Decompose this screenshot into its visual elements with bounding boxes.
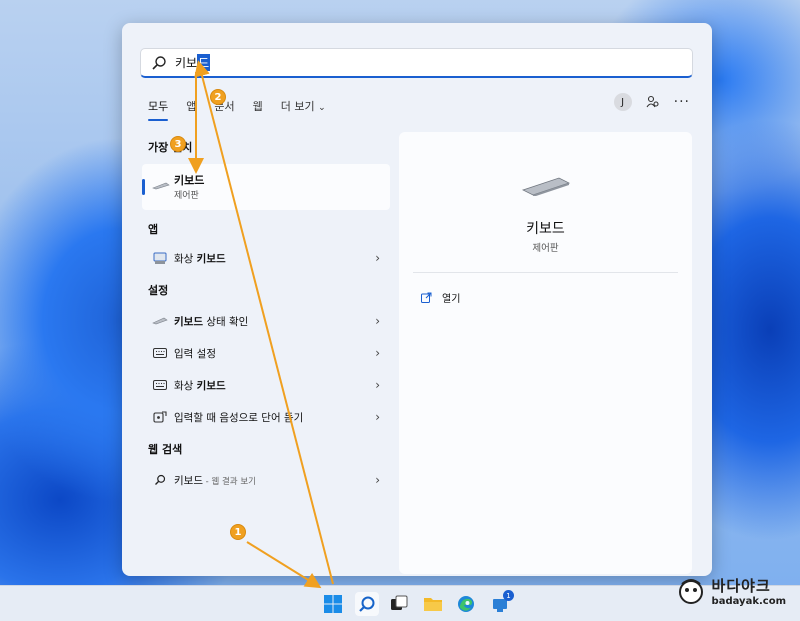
- search-query-selected: 드: [197, 54, 211, 71]
- chevron-right-icon: ›: [375, 378, 380, 392]
- watermark-url: badayak.com: [711, 596, 786, 607]
- search-panel: 키보드 모두 앱 문서 웹 더 보기 ⌄ J ··· 가장 일치 키보드 제어판…: [122, 23, 712, 576]
- keyboard-icon: [152, 314, 168, 328]
- share-people-icon[interactable]: [646, 95, 660, 109]
- selection-indicator: [142, 179, 145, 195]
- tab-more-label: 더 보기: [280, 100, 315, 113]
- chevron-down-icon: ⌄: [318, 103, 326, 113]
- section-settings: 설정: [148, 284, 169, 297]
- search-tabs: 모두 앱 문서 웹 더 보기 ⌄: [148, 95, 326, 121]
- panel-actions: J ···: [613, 93, 690, 111]
- tab-apps[interactable]: 앱: [186, 98, 196, 114]
- tab-web[interactable]: 웹: [253, 98, 263, 114]
- search-icon: [152, 55, 166, 70]
- list-item-setting[interactable]: 화상 키보드 ›: [142, 371, 390, 399]
- list-item-label: 화상 키보드: [174, 378, 375, 393]
- label-plain: 화상: [174, 252, 197, 265]
- task-view-button[interactable]: [387, 592, 411, 616]
- mascot-icon: [678, 579, 703, 604]
- section-apps: 앱: [148, 223, 159, 236]
- best-match-title: 키보드: [174, 174, 205, 187]
- search-query-text: 키보: [175, 56, 198, 70]
- taskbar-search-button[interactable]: [355, 592, 379, 616]
- detail-subtitle: 제어판: [532, 243, 559, 254]
- label-sub: - 웹 결과 보기: [202, 476, 256, 487]
- narrator-speech-icon: [152, 410, 168, 424]
- onscreen-keyboard-icon: [152, 251, 168, 265]
- more-options-icon[interactable]: ···: [674, 94, 690, 110]
- label-plain: 화상: [174, 379, 197, 392]
- search-icon: [359, 596, 375, 612]
- callout-badge: 1: [230, 524, 246, 540]
- chevron-right-icon: ›: [375, 251, 380, 265]
- list-item-web[interactable]: 키보드 - 웹 결과 보기 ›: [142, 466, 390, 494]
- keyboard-icon: [152, 182, 170, 190]
- watermark: 바다야크 badayak.com: [676, 575, 786, 607]
- callout-badge: 3: [170, 136, 186, 152]
- chevron-right-icon: ›: [375, 410, 380, 424]
- list-item-label: 화상 키보드: [174, 251, 375, 266]
- open-label: 열기: [442, 294, 461, 305]
- detail-title: 키보드: [526, 221, 565, 237]
- best-match-item[interactable]: 키보드 제어판: [142, 164, 390, 210]
- tab-all[interactable]: 모두: [148, 98, 169, 121]
- list-item-setting[interactable]: 입력 설정 ›: [142, 339, 390, 367]
- tab-more[interactable]: 더 보기 ⌄: [281, 98, 326, 114]
- list-item-setting[interactable]: 입력할 때 음성으로 단어 듣기 ›: [142, 403, 390, 431]
- detail-pane: 키보드 제어판 열기: [399, 132, 692, 574]
- list-item-label: 키보드 - 웹 결과 보기: [174, 473, 375, 488]
- folder-icon: [424, 598, 442, 611]
- keyboard-outline-icon: [152, 346, 168, 360]
- list-item-label: 입력할 때 음성으로 단어 듣기: [174, 410, 375, 425]
- callout-badge: 2: [210, 89, 226, 105]
- account-avatar[interactable]: J: [613, 93, 632, 111]
- search-query: 키보 드: [175, 54, 211, 71]
- notification-badge: 1: [503, 590, 514, 601]
- file-explorer-button[interactable]: [421, 592, 445, 616]
- best-match-subtitle: 제어판: [174, 191, 199, 201]
- divider: [413, 272, 678, 273]
- label-bold: 키보드: [196, 379, 226, 392]
- list-item-label: 키보드 상태 확인: [174, 314, 375, 329]
- label-bold: 키보드: [196, 252, 226, 265]
- keyboard-icon: [521, 177, 571, 196]
- chevron-right-icon: ›: [375, 473, 380, 487]
- label-bold: 키보드: [174, 315, 203, 328]
- chevron-right-icon: ›: [375, 314, 380, 328]
- section-web-search: 웹 검색: [148, 443, 183, 456]
- watermark-title: 바다야크: [711, 577, 771, 595]
- edge-browser-button[interactable]: [454, 592, 478, 616]
- list-item-label: 입력 설정: [174, 346, 375, 361]
- chevron-right-icon: ›: [375, 346, 380, 360]
- store-button[interactable]: 1: [488, 590, 514, 616]
- open-action[interactable]: 열기: [421, 290, 460, 305]
- edge-icon: [458, 596, 474, 612]
- search-icon: [152, 473, 168, 487]
- task-view-icon: [391, 595, 408, 610]
- windows-logo-icon: [324, 595, 342, 613]
- label-plain: 상태 확인: [202, 315, 249, 328]
- label-plain: 입력할 때 음성으로 단어 듣기: [174, 411, 304, 424]
- keyboard-outline-icon: [152, 378, 168, 392]
- label-plain: 키보드: [174, 474, 203, 487]
- search-input[interactable]: 키보 드: [140, 48, 693, 78]
- start-button[interactable]: [321, 592, 345, 616]
- open-external-icon: [421, 292, 432, 303]
- list-item-app[interactable]: 화상 키보드 ›: [142, 244, 390, 272]
- label-plain: 입력 설정: [174, 347, 216, 360]
- list-item-setting[interactable]: 키보드 상태 확인 ›: [142, 307, 390, 335]
